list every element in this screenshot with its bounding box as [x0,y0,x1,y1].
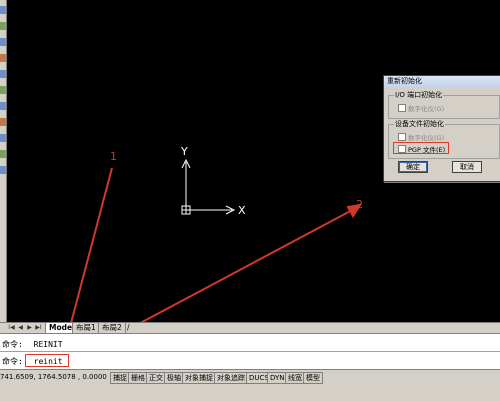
command-highlight-box [25,354,69,367]
axis-y-label: Y [181,145,188,158]
device-file-group-label: 设备文件初始化 [394,119,445,129]
grid-button[interactable]: 栅格 [128,372,148,384]
dialog-title[interactable]: 重新初始化 [384,76,500,87]
polar-button[interactable]: 极轴 [164,372,184,384]
tab-nav-prev-button[interactable]: ◀ [17,324,24,332]
io-digitizer-label: 数字化仪(G) [408,105,445,113]
axis-x-label: X [238,204,246,217]
cancel-button[interactable]: 取消 [452,161,482,173]
command-window: 命令: REINIT 命令: reinit [0,333,500,370]
io-digitizer-checkbox[interactable] [398,104,406,112]
io-port-group-label: I/O 端口初始化 [394,90,444,100]
otrack-button[interactable]: 对象追踪 [214,372,248,384]
osnap-button[interactable]: 对象捕捉 [182,372,216,384]
command-history-line: 命令: REINIT [2,339,63,350]
annotation-step-1: 1 [110,150,117,163]
ucs-icon [181,158,236,215]
command-separator [0,351,500,352]
command-prompt: 命令: [2,340,23,349]
pgp-highlight-box [393,142,449,154]
model-button[interactable]: 模型 [303,372,323,384]
reinit-dialog: 重新初始化 I/O 端口初始化 数字化仪(G) 设备文件初始化 数字化仪(G) … [383,75,500,182]
snap-button[interactable]: 捕捉 [110,372,130,384]
status-bar: 741.6509, 1764.5078 , 0.0000 捕捉 栅格 正交 极轴… [0,369,500,401]
command-prompt: 命令: [2,357,23,366]
ok-button[interactable]: 确定 [398,161,428,173]
tab-nav-last-button[interactable]: ▶I [35,324,42,332]
device-digitizer-label: 数字化仪(G) [408,134,445,142]
tab-nav-next-button[interactable]: ▶ [26,324,33,332]
tab-nav-first-button[interactable]: I◀ [8,324,15,332]
device-digitizer-checkbox[interactable] [398,133,406,141]
command-history-value: REINIT [33,340,63,349]
annotation-arrow-1 [61,167,113,349]
annotation-step-2: 2 [356,198,363,211]
ortho-button[interactable]: 正交 [146,372,166,384]
coordinate-readout: 741.6509, 1764.5078 , 0.0000 [0,373,107,381]
tab-slash: / [127,323,130,332]
lineweight-button[interactable]: 线宽 [285,372,305,384]
